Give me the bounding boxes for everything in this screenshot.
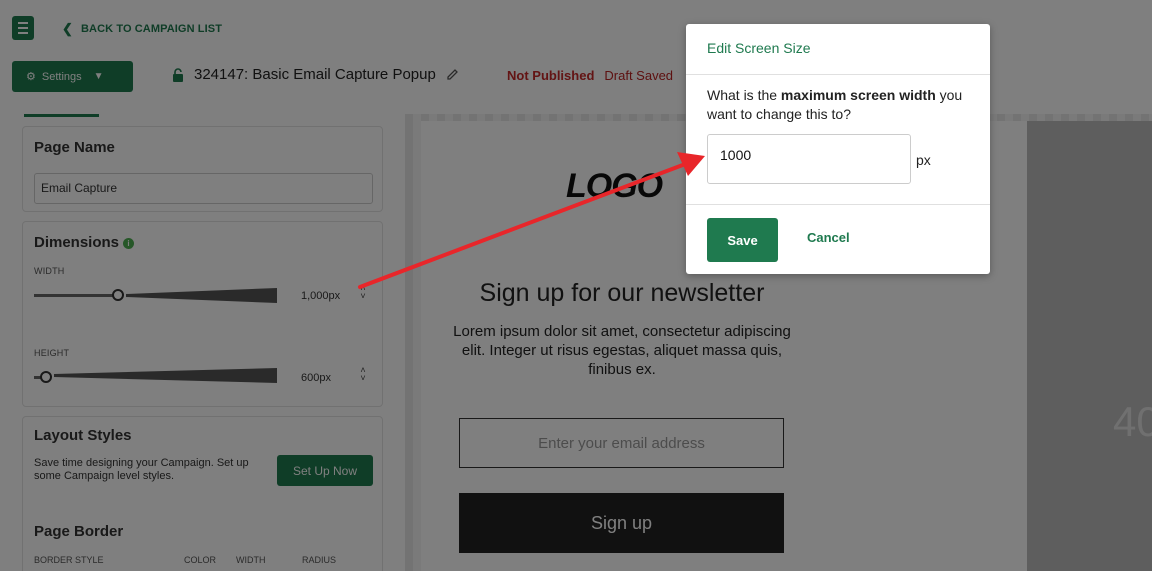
annotation-arrow bbox=[358, 152, 705, 289]
